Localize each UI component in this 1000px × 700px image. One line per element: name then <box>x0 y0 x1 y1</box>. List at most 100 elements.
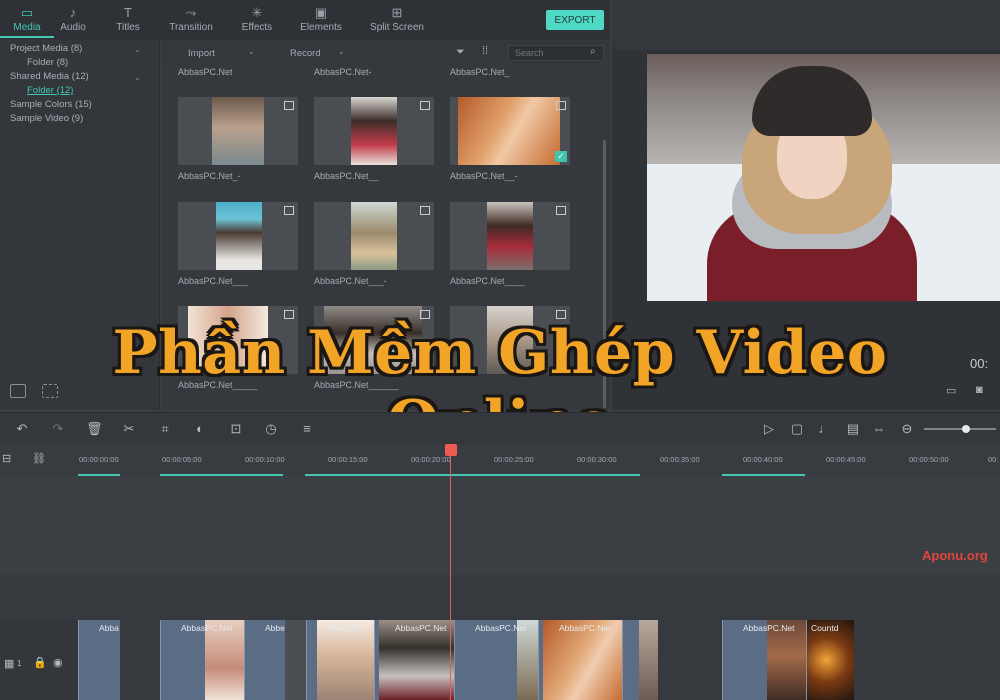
lock-icon[interactable]: 🔒 <box>33 656 47 669</box>
fit-icon[interactable]: ⇔ <box>871 421 887 437</box>
clip-thumbnail <box>639 620 658 700</box>
zoom-slider[interactable] <box>924 425 996 433</box>
zoom-slider-handle[interactable] <box>962 425 971 433</box>
media-thumbnail[interactable] <box>314 97 434 165</box>
clip-thumbnail <box>285 620 306 700</box>
import-dropdown[interactable]: Import <box>188 48 215 59</box>
color-icon[interactable]: ◐ <box>192 421 208 437</box>
playhead-line[interactable] <box>450 444 451 700</box>
portrait-photo <box>212 97 264 165</box>
tab-label: Effects <box>241 22 273 33</box>
timeline-clip[interactable]: AbbasPC.Net <box>454 620 538 700</box>
render-icon[interactable]: ▷ <box>761 421 777 437</box>
cut-icon[interactable]: ✂ <box>121 421 137 437</box>
tree-item-project-media[interactable]: Project Media (8) <box>10 43 82 54</box>
filter-icon[interactable]: ⏷ <box>456 46 465 59</box>
tree-item-folder-12[interactable]: Folder (12) <box>27 85 73 96</box>
media-thumbnail[interactable]: ✓ <box>450 97 570 165</box>
chevron-down-icon[interactable]: ⌄ <box>134 45 141 54</box>
timeline-clip[interactable]: AbbasPC.Net <box>538 620 622 700</box>
split-screen-icon: ⊞ <box>391 5 403 20</box>
ruler-tick: 00:00:10:00 <box>245 455 285 464</box>
marker-icon[interactable]: ▢ <box>789 421 805 437</box>
tab-split-screen[interactable]: ⊞ Split Screen <box>366 4 428 38</box>
undo-icon[interactable]: ↶ <box>14 421 30 437</box>
couple-photo <box>351 202 397 270</box>
media-label: AbbasPC.Net___- <box>314 276 387 286</box>
media-thumbnail[interactable] <box>450 202 570 270</box>
tab-elements[interactable]: ▣ Elements <box>294 4 348 38</box>
microphone-icon[interactable]: ♩ <box>817 421 833 437</box>
search-icon[interactable]: ⌕ <box>590 46 596 57</box>
media-thumbnail[interactable] <box>314 202 434 270</box>
clip-label: AbbasPC.Net <box>475 623 527 633</box>
clip-range-marker <box>160 474 283 476</box>
chevron-down-icon[interactable]: ⌄ <box>338 47 345 56</box>
autumn-leaves-photo <box>458 97 560 165</box>
tab-effects[interactable]: ✳ Effects <box>230 4 284 38</box>
speed-icon[interactable]: ◷ <box>263 421 279 437</box>
ruler-tick: 00:00:25:00 <box>494 455 534 464</box>
checkmark-icon: ✓ <box>555 151 567 162</box>
ruler-tick: 00:00:00:00 <box>79 455 119 464</box>
tab-audio[interactable]: ♪ Audio <box>46 4 100 38</box>
timeline-clip[interactable]: AbbasPC.Net <box>374 620 454 700</box>
media-thumbnail[interactable] <box>178 97 298 165</box>
portrait-photo <box>351 97 397 165</box>
delete-icon[interactable]: 🗑 <box>86 421 103 437</box>
media-label: AbbasPC.Net__- <box>450 171 518 181</box>
timeline-ruler[interactable]: ⊟ ⛓ 00:00:00:00 00:00:05:00 00:00:10:00 … <box>0 444 1000 476</box>
clip-label: AbbasPC.Net <box>559 623 611 633</box>
eye-visibility-icon[interactable]: ◉ <box>53 656 63 669</box>
record-dropdown[interactable]: Record <box>290 48 321 59</box>
chevron-down-icon[interactable]: ⌄ <box>134 73 141 82</box>
clip-range-marker <box>722 474 805 476</box>
timeline[interactable]: ⊟ ⛓ 00:00:00:00 00:00:05:00 00:00:10:00 … <box>0 444 1000 700</box>
effects-sparkle-icon: ✳ <box>251 5 263 20</box>
voiceover-icon[interactable]: ▤ <box>845 421 861 437</box>
clip-label: AbbasPC.Net <box>181 623 233 633</box>
image-type-icon <box>420 101 430 110</box>
clip-label: Countd <box>811 623 839 633</box>
image-type-icon <box>284 206 294 215</box>
timeline-clip[interactable]: AbbasPC.Net <box>160 620 244 700</box>
ruler-tick: 00:00:30:00 <box>577 455 617 464</box>
ruler-tick: 00: <box>988 455 999 464</box>
timeline-clip[interactable] <box>622 620 658 700</box>
clip-range-marker <box>305 474 640 476</box>
grid-view-icon[interactable]: ⁞⁞ <box>482 45 488 57</box>
ruler-tick: 00:00:05:00 <box>162 455 202 464</box>
media-label: AbbasPC.Net_ <box>450 67 510 77</box>
timeline-clip[interactable]: Abbe <box>244 620 306 700</box>
chevron-down-icon[interactable]: ⌄ <box>248 47 255 56</box>
tab-transition[interactable]: ⤳ Transition <box>163 4 219 38</box>
clip-label: AbbasPC <box>327 623 363 633</box>
link-icon[interactable]: ⛓ <box>32 452 46 465</box>
ruler-tick: 00:00:40:00 <box>743 455 783 464</box>
timeline-clip[interactable]: Countd <box>806 620 854 700</box>
zoom-out-icon[interactable]: ⊖ <box>899 421 915 437</box>
media-label: AbbasPC.Net_- <box>178 171 241 181</box>
crop-icon[interactable]: ⌗ <box>157 421 173 437</box>
clip-label: Abba <box>99 623 119 633</box>
tree-item-shared-media[interactable]: Shared Media (12) <box>10 71 89 82</box>
tree-item-folder-8[interactable]: Folder (8) <box>27 57 68 68</box>
playhead-handle[interactable] <box>445 444 457 456</box>
preview-header <box>612 0 1000 50</box>
tree-item-sample-video[interactable]: Sample Video (9) <box>10 113 83 124</box>
timeline-clip[interactable]: AbbasPC <box>306 620 374 700</box>
image-type-icon <box>556 206 566 215</box>
image-type-icon <box>420 206 430 215</box>
add-track-icon[interactable]: ⊟ <box>2 452 11 465</box>
tab-titles[interactable]: T Titles <box>101 4 155 38</box>
tab-label: Audio <box>60 22 86 33</box>
media-thumbnail[interactable] <box>178 202 298 270</box>
redo-icon[interactable]: ↷ <box>50 421 66 437</box>
timeline-clip[interactable]: Abba <box>78 620 120 700</box>
audio-adjust-icon[interactable]: ≡ <box>299 421 315 437</box>
export-button[interactable]: EXPORT <box>546 10 604 30</box>
text-t-icon: T <box>124 5 132 20</box>
tree-item-sample-colors[interactable]: Sample Colors (15) <box>10 99 92 110</box>
mosaic-icon[interactable]: ⊡ <box>228 421 244 437</box>
timeline-clip[interactable]: AbbasPC.Net <box>722 620 806 700</box>
